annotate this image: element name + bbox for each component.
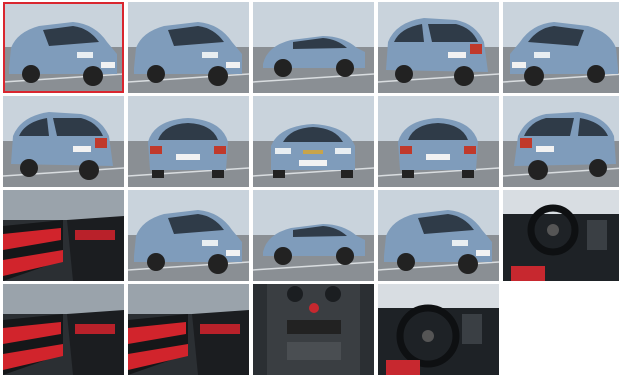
exterior-photo: [378, 96, 499, 187]
exterior-photo: [253, 190, 374, 281]
exterior-photo: [3, 2, 124, 93]
exterior-photo: [253, 2, 374, 93]
photo-thumbnail-18[interactable]: [253, 284, 374, 375]
photo-thumbnail-7[interactable]: [128, 96, 249, 187]
exterior-photo: [378, 2, 499, 93]
photo-thumbnail-9[interactable]: [378, 96, 499, 187]
photo-thumbnail-1[interactable]: [3, 2, 124, 93]
photo-thumbnail-4[interactable]: [378, 2, 499, 93]
photo-thumbnail-3[interactable]: [253, 2, 374, 93]
exterior-photo: [503, 2, 619, 93]
photo-thumbnail-2[interactable]: [128, 2, 249, 93]
interior-photo: [253, 284, 374, 375]
photo-thumbnail-17[interactable]: [128, 284, 249, 375]
photo-thumbnail-5[interactable]: [503, 2, 619, 93]
photo-thumbnail-19[interactable]: [378, 284, 499, 375]
photo-thumbnail-11[interactable]: [3, 190, 124, 281]
exterior-photo: [128, 190, 249, 281]
photo-thumbnail-12[interactable]: [128, 190, 249, 281]
photo-thumbnail-6[interactable]: [3, 96, 124, 187]
photo-thumbnail-15[interactable]: [503, 190, 619, 281]
interior-photo: [3, 190, 124, 281]
photo-thumbnail-13[interactable]: [253, 190, 374, 281]
interior-photo: [503, 190, 619, 281]
exterior-photo: [128, 96, 249, 187]
exterior-photo: [128, 2, 249, 93]
photo-thumbnail-10[interactable]: [503, 96, 619, 187]
exterior-photo: [503, 96, 619, 187]
photo-thumbnail-14[interactable]: [378, 190, 499, 281]
photo-gallery-grid: [3, 2, 619, 375]
photo-thumbnail-8[interactable]: [253, 96, 374, 187]
interior-photo: [378, 284, 499, 375]
photo-thumbnail-16[interactable]: [3, 284, 124, 375]
exterior-photo: [378, 190, 499, 281]
interior-photo: [3, 284, 124, 375]
interior-photo: [128, 284, 249, 375]
exterior-photo: [3, 96, 124, 187]
exterior-photo: [253, 96, 374, 187]
